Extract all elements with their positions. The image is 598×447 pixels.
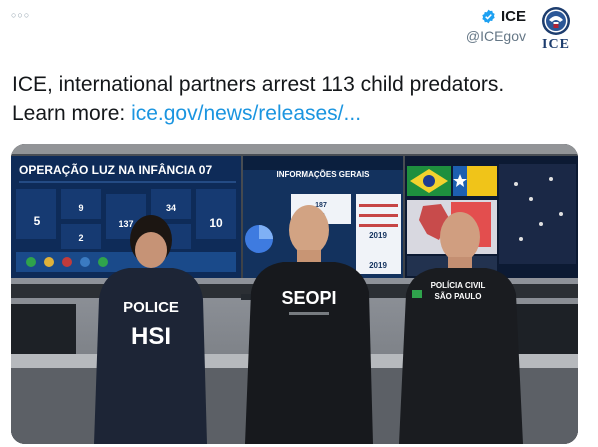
stat-value: 2 <box>78 233 83 243</box>
author-name[interactable]: ICE <box>501 8 526 25</box>
stat-value: 34 <box>166 203 176 213</box>
tweet-body: ICE, international partners arrest 113 c… <box>12 70 587 128</box>
center-panel-title: INFORMAÇÕES GERAIS <box>277 170 371 179</box>
stat-value: 10 <box>209 216 223 230</box>
vest-label: HSI <box>131 323 171 350</box>
author-handle[interactable]: @ICEgov <box>466 28 526 44</box>
learn-more-label: Learn more: <box>12 102 126 125</box>
avatar[interactable]: ICE <box>536 6 576 56</box>
verified-badge-icon <box>481 9 496 24</box>
ops-center-photo: OPERAÇÃO LUZ NA INFÂNCIA 07 5 9 137 34 1… <box>11 144 578 444</box>
vest-label: POLÍCIA CIVIL <box>431 281 486 290</box>
tweet-link[interactable]: ice.gov/news/releases/... <box>131 102 361 125</box>
tweet-text-line: ICE, international partners arrest 113 c… <box>12 73 505 96</box>
dhs-seal-icon <box>542 7 570 35</box>
tweet-photo[interactable]: OPERAÇÃO LUZ NA INFÂNCIA 07 5 9 137 34 1… <box>11 144 578 444</box>
stat-value: 137 <box>118 219 133 229</box>
vest-label: SÃO PAULO <box>435 292 482 301</box>
year-label: 2019 <box>369 261 387 270</box>
avatar-label: ICE <box>542 37 570 52</box>
wall-title: OPERAÇÃO LUZ NA INFÂNCIA 07 <box>19 162 212 177</box>
stat-value: 5 <box>34 214 41 228</box>
vest-label: SEOPI <box>281 288 336 308</box>
tweet-author[interactable]: ICE @ICEgov <box>466 8 526 44</box>
vest-label: POLICE <box>123 299 179 316</box>
year-label: 2019 <box>369 231 387 240</box>
tweet-link-line: Learn more: ice.gov/news/releases/... <box>12 99 587 128</box>
more-options-icon[interactable]: ○○○ <box>11 10 30 20</box>
stat-value: 9 <box>78 203 83 213</box>
